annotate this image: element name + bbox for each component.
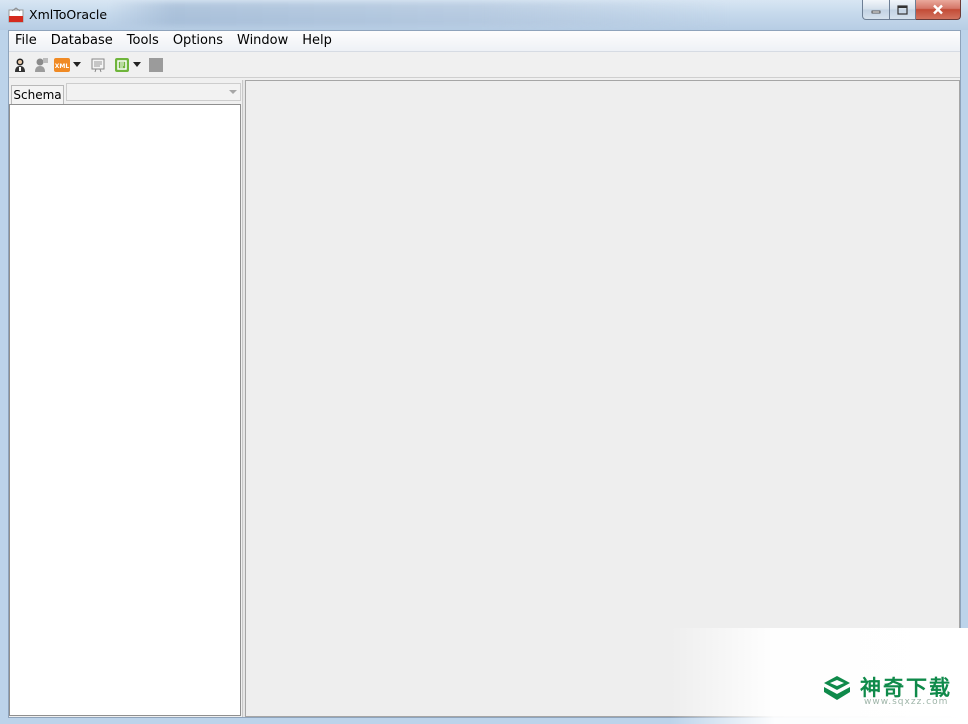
export-button[interactable] (112, 55, 132, 75)
schema-select[interactable] (66, 83, 241, 101)
xml-icon: XML (54, 57, 70, 72)
disconnect-button[interactable] (31, 55, 51, 75)
menu-window[interactable]: Window (230, 31, 295, 51)
chevron-down-icon (229, 90, 237, 94)
menu-help[interactable]: Help (295, 31, 339, 51)
minimize-button[interactable] (862, 0, 890, 20)
close-icon (933, 4, 943, 15)
export-dropdown-arrow[interactable] (132, 55, 142, 75)
connect-button[interactable] (10, 55, 30, 75)
export-icon (115, 57, 129, 72)
maximize-icon (897, 4, 908, 15)
schema-bar: Schema (9, 80, 242, 104)
schema-tree[interactable] (9, 104, 241, 716)
app-icon (8, 7, 24, 23)
chevron-down-icon (73, 62, 81, 67)
watermark-url: www.sqxzz.com (864, 697, 949, 707)
schema-panel: Schema (9, 80, 242, 717)
window-title: XmlToOracle (29, 7, 108, 22)
document-button[interactable] (88, 55, 108, 75)
title-bar[interactable]: XmlToOracle (0, 0, 968, 30)
stop-icon (149, 57, 163, 72)
menu-options[interactable]: Options (166, 31, 230, 51)
close-button[interactable] (916, 0, 961, 20)
disconnect-user-icon (35, 57, 48, 72)
watermark-logo-icon (824, 676, 850, 700)
xml-dropdown-arrow[interactable] (72, 55, 82, 75)
maximize-button[interactable] (890, 0, 916, 20)
menu-file[interactable]: File (9, 31, 44, 51)
client-area: File Database Tools Options Window Help … (8, 30, 961, 718)
stop-button[interactable] (146, 55, 166, 75)
menu-bar: File Database Tools Options Window Help (9, 31, 960, 52)
toolbar: XML (9, 52, 960, 78)
connect-user-icon (15, 58, 25, 72)
xml-button[interactable]: XML (52, 55, 72, 75)
document-icon (91, 58, 105, 72)
schema-label: Schema (11, 85, 64, 104)
workspace-area[interactable] (245, 80, 960, 717)
menu-tools[interactable]: Tools (120, 31, 166, 51)
svg-text:XML: XML (55, 63, 70, 70)
minimize-icon (871, 10, 881, 13)
blurred-background (110, 2, 730, 26)
caption-buttons (862, 0, 961, 20)
chevron-down-icon (133, 62, 141, 67)
menu-database[interactable]: Database (44, 31, 120, 51)
